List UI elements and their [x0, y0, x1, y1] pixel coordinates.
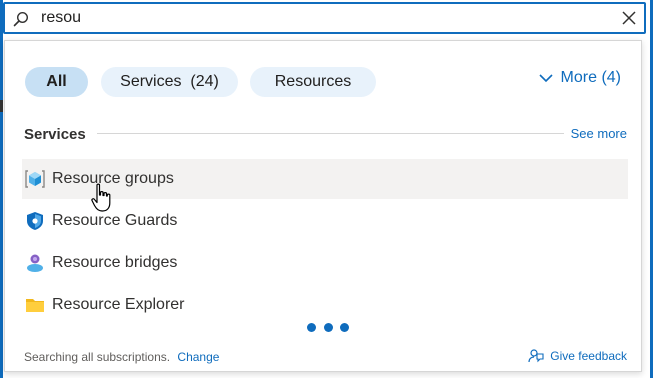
filter-all-pill[interactable]: All: [25, 67, 88, 97]
list-item-label: Resource Explorer: [52, 296, 185, 313]
folder-icon: [26, 299, 44, 312]
search-box[interactable]: [3, 2, 646, 34]
shield-icon: [27, 212, 43, 230]
see-more-link[interactable]: See more: [571, 126, 627, 141]
list-item-resource-explorer[interactable]: Resource Explorer: [22, 285, 628, 325]
list-item-label: Resource bridges: [52, 254, 178, 271]
list-item-label: Resource Guards: [52, 212, 178, 229]
loading-dot: [307, 323, 316, 332]
hand-pointer-cursor: [91, 183, 111, 212]
resource-bridges-icon: [27, 254, 43, 272]
loading-dot: [340, 323, 349, 332]
search-icon: [13, 11, 29, 27]
section-title: Services: [24, 126, 86, 143]
searching-text: Searching all subscriptions.: [24, 350, 171, 364]
filter-resources-pill[interactable]: Resources: [250, 67, 376, 97]
footer-scope: Searching all subscriptions. Change: [24, 350, 219, 364]
resource-groups-icon: [25, 170, 45, 188]
more-filters-label: More (4): [560, 69, 621, 86]
loading-dot: [323, 323, 333, 332]
give-feedback-label: Give feedback: [550, 349, 627, 363]
chevron-down-icon: [538, 74, 553, 83]
search-input[interactable]: [41, 7, 601, 29]
list-item-resource-bridges[interactable]: Resource bridges: [22, 243, 628, 283]
more-filters-button[interactable]: More (4): [538, 69, 621, 87]
filter-services-pill[interactable]: Services (24): [101, 67, 238, 97]
loading-indicator: [307, 323, 349, 333]
change-scope-link[interactable]: Change: [177, 350, 219, 364]
give-feedback-link[interactable]: Give feedback: [528, 348, 627, 364]
feedback-icon: [528, 349, 544, 363]
section-divider: [97, 133, 564, 134]
close-icon[interactable]: [620, 9, 638, 27]
background-edge: [0, 100, 3, 112]
